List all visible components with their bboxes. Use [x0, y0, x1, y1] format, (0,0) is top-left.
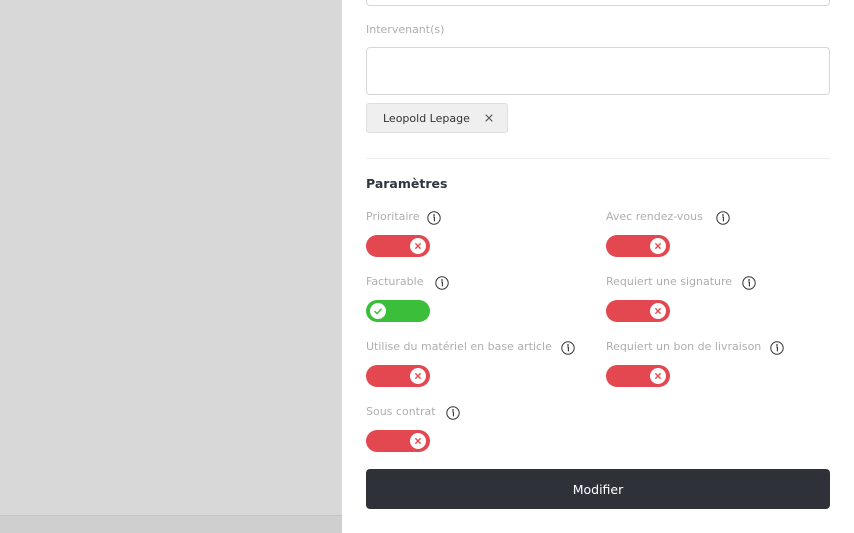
parametres-title: Paramètres: [366, 176, 448, 191]
toggle-sous-contrat[interactable]: [366, 430, 430, 452]
toggle-bon-livraison[interactable]: [606, 365, 670, 387]
x-icon: [650, 238, 666, 254]
toggle-materiel[interactable]: [366, 365, 430, 387]
intervenants-label: Intervenant(s): [366, 23, 445, 36]
backdrop-footer-bar: [0, 515, 342, 533]
setting-label-sous-contrat: Sous contrat: [366, 405, 436, 418]
x-icon: [650, 368, 666, 384]
previous-field-input[interactable]: [366, 0, 830, 6]
info-icon[interactable]: [716, 210, 730, 225]
toggle-signature[interactable]: [606, 300, 670, 322]
toggle-rendez-vous[interactable]: [606, 235, 670, 257]
setting-label-bon-livraison: Requiert un bon de livraison: [606, 340, 762, 353]
setting-label-signature: Requiert une signature: [606, 275, 733, 288]
x-icon: [410, 238, 426, 254]
info-icon[interactable]: [446, 405, 460, 420]
toggle-prioritaire[interactable]: [366, 235, 430, 257]
close-icon[interactable]: [482, 111, 496, 125]
x-icon: [410, 433, 426, 449]
info-icon[interactable]: [742, 275, 756, 290]
info-icon[interactable]: [770, 340, 784, 355]
info-icon[interactable]: [435, 275, 449, 290]
info-icon[interactable]: [427, 210, 441, 225]
intervenants-input[interactable]: [366, 47, 830, 95]
edit-panel: Intervenant(s) Leopold Lepage Paramètres…: [342, 0, 854, 533]
intervenant-chip: Leopold Lepage: [366, 103, 508, 133]
info-icon[interactable]: [561, 340, 575, 355]
setting-label-materiel: Utilise du matériel en base article: [366, 340, 552, 353]
intervenant-chip-label: Leopold Lepage: [383, 111, 470, 125]
setting-label-prioritaire: Prioritaire: [366, 210, 420, 223]
setting-label-facturable: Facturable: [366, 275, 424, 288]
modal-backdrop[interactable]: [0, 0, 342, 533]
toggle-facturable[interactable]: [366, 300, 430, 322]
modifier-button[interactable]: Modifier: [366, 469, 830, 509]
x-icon: [410, 368, 426, 384]
x-icon: [650, 303, 666, 319]
section-divider: [366, 158, 830, 159]
setting-label-rendez-vous: Avec rendez-vous: [606, 210, 703, 223]
check-icon: [370, 303, 386, 319]
